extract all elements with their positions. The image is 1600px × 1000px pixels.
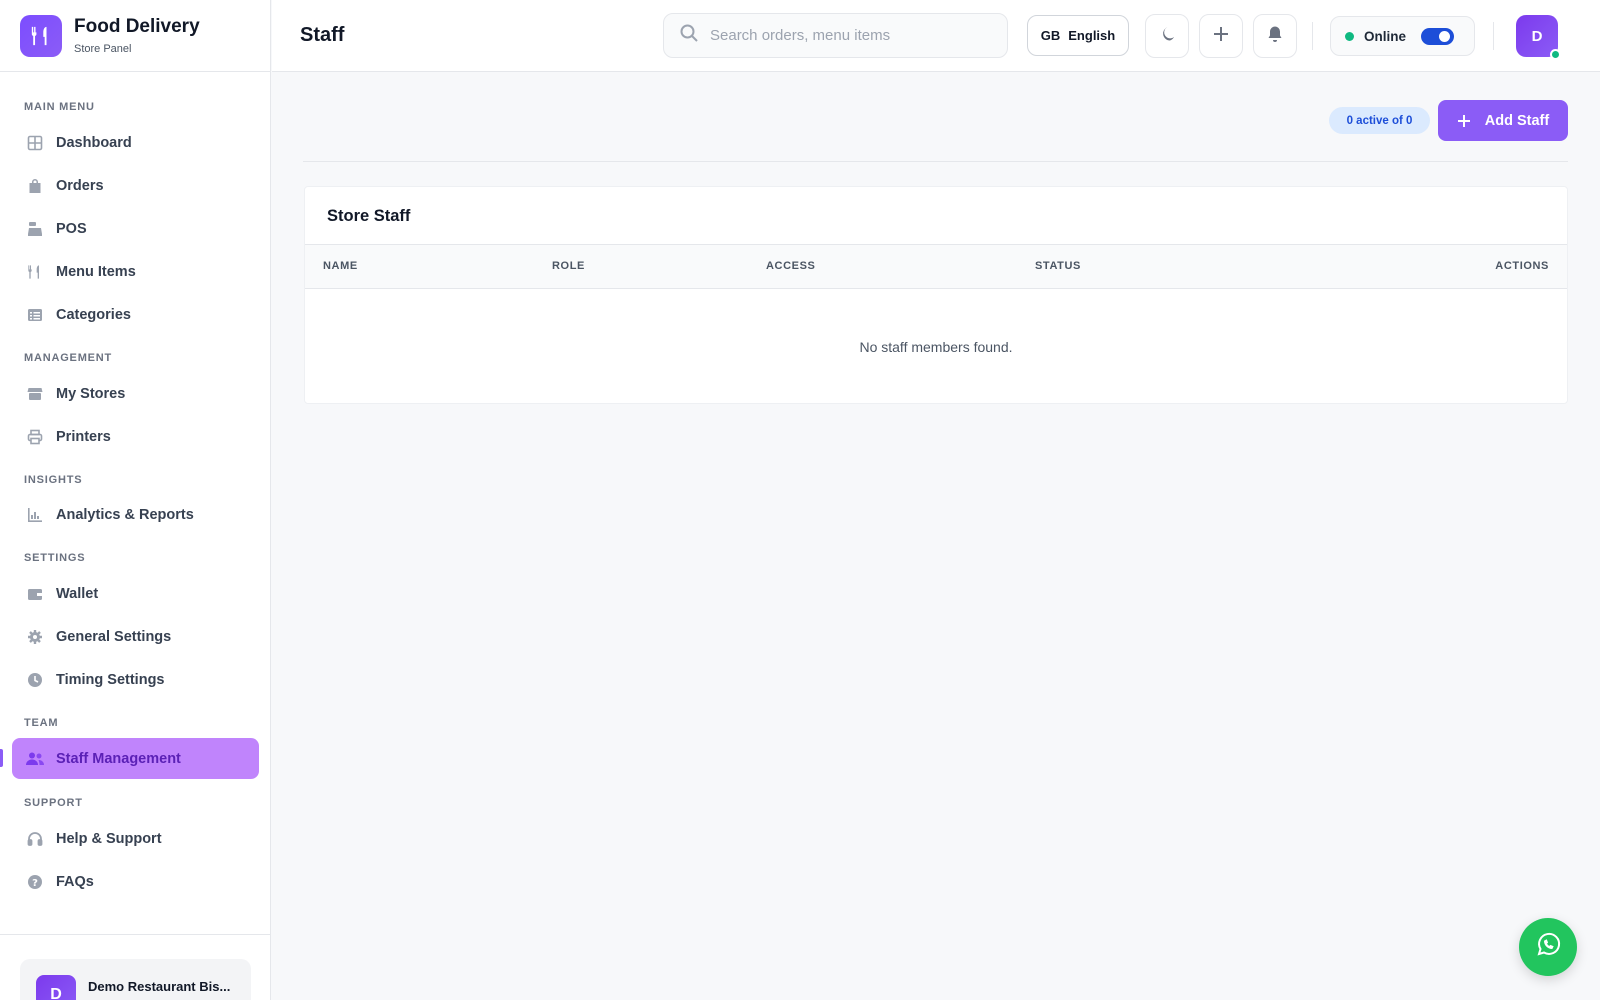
- users-icon: [26, 750, 44, 768]
- sidebar-item-faqs[interactable]: ? FAQs: [12, 861, 259, 902]
- sidebar-item-help-support[interactable]: Help & Support: [12, 818, 259, 859]
- brand-subtitle: Store Panel: [74, 43, 132, 55]
- brand-title: Food Delivery: [74, 16, 200, 37]
- clock-icon: [26, 671, 44, 689]
- section-label-support: SUPPORT: [24, 797, 83, 809]
- sidebar-item-analytics[interactable]: Analytics & Reports: [12, 494, 259, 535]
- sidebar-item-label: Categories: [56, 306, 131, 323]
- store-name: Demo Restaurant Bis...: [88, 979, 231, 994]
- search-box: [663, 13, 1008, 58]
- search-input[interactable]: [710, 27, 990, 44]
- theme-toggle-button[interactable]: [1145, 14, 1189, 58]
- sidebar-item-orders[interactable]: Orders: [12, 165, 259, 206]
- sidebar-footer: D Demo Restaurant Bis...: [0, 934, 271, 1000]
- chart-icon: [26, 506, 44, 524]
- headset-icon: [26, 830, 44, 848]
- header-divider: [1312, 22, 1313, 50]
- store-staff-card: Store Staff NAME ROLE ACCESS STATUS ACTI…: [304, 186, 1568, 404]
- sidebar-item-label: Analytics & Reports: [56, 506, 194, 523]
- sidebar-item-label: Printers: [56, 428, 111, 445]
- brand: Food Delivery Store Panel: [0, 0, 270, 72]
- staff-count-badge: 0 active of 0: [1329, 107, 1430, 134]
- store-switcher[interactable]: D Demo Restaurant Bis...: [20, 959, 251, 1000]
- user-online-dot: [1550, 49, 1561, 60]
- sidebar-item-my-stores[interactable]: My Stores: [12, 373, 259, 414]
- list-icon: [26, 306, 44, 324]
- wallet-icon: [26, 585, 44, 603]
- section-label-settings: SETTINGS: [24, 552, 86, 564]
- add-staff-button[interactable]: Add Staff: [1438, 100, 1568, 141]
- sidebar-item-label: General Settings: [56, 628, 172, 645]
- header-divider: [1493, 22, 1494, 50]
- column-header-actions: ACTIONS: [1495, 260, 1549, 272]
- sidebar-item-categories[interactable]: Categories: [12, 294, 259, 335]
- sidebar-item-label: Staff Management: [56, 750, 181, 767]
- sidebar-item-label: Menu Items: [56, 263, 136, 280]
- sidebar-item-label: FAQs: [56, 873, 94, 890]
- card-title: Store Staff: [327, 207, 411, 225]
- whatsapp-icon: [1535, 932, 1561, 963]
- sidebar-item-label: Dashboard: [56, 134, 132, 151]
- sidebar-item-label: My Stores: [56, 385, 126, 402]
- sidebar-item-pos[interactable]: POS: [12, 208, 259, 249]
- language-selector[interactable]: GB English: [1027, 15, 1129, 56]
- question-icon: ?: [26, 873, 44, 891]
- sidebar-item-wallet[interactable]: Wallet: [12, 573, 259, 614]
- plus-icon: [1212, 25, 1230, 48]
- store-icon: [26, 385, 44, 403]
- store-avatar: D: [36, 975, 76, 1000]
- section-label-management: MANAGEMENT: [24, 352, 113, 364]
- sidebar-item-staff-management[interactable]: Staff Management: [12, 738, 259, 779]
- whatsapp-chat-button[interactable]: [1519, 918, 1577, 976]
- sidebar-item-timing-settings[interactable]: Timing Settings: [12, 659, 259, 700]
- gear-icon: [26, 628, 44, 646]
- sidebar-item-dashboard[interactable]: Dashboard: [12, 122, 259, 163]
- content-divider: [303, 161, 1568, 162]
- notifications-button[interactable]: [1253, 14, 1297, 58]
- column-header-role: ROLE: [552, 260, 585, 272]
- section-label-main-menu: MAIN MENU: [24, 101, 95, 113]
- shopping-bag-icon: [26, 177, 44, 195]
- add-staff-label: Add Staff: [1484, 112, 1550, 129]
- online-switch[interactable]: [1421, 28, 1454, 45]
- sidebar-item-label: Wallet: [56, 585, 99, 602]
- quick-add-button[interactable]: [1199, 14, 1243, 58]
- utensils-logo-icon: [20, 14, 62, 57]
- user-initial: D: [1531, 27, 1543, 45]
- column-header-access: ACCESS: [766, 260, 816, 272]
- column-header-name: NAME: [323, 260, 358, 272]
- utensils-icon: [26, 263, 44, 281]
- sidebar-item-printers[interactable]: Printers: [12, 416, 259, 457]
- online-label: Online: [1364, 28, 1407, 44]
- plus-icon: [1457, 114, 1471, 128]
- page-title: Staff: [300, 24, 345, 46]
- section-label-team: TEAM: [24, 717, 59, 729]
- active-indicator: [0, 749, 3, 767]
- search-icon: [680, 24, 698, 47]
- online-dot: [1345, 31, 1354, 41]
- moon-icon: [1158, 25, 1176, 48]
- svg-text:?: ?: [32, 878, 38, 889]
- empty-state-message: No staff members found.: [859, 339, 1013, 355]
- sidebar-item-label: POS: [56, 220, 87, 237]
- sidebar-item-menu-items[interactable]: Menu Items: [12, 251, 259, 292]
- column-header-status: STATUS: [1035, 260, 1081, 272]
- cash-register-icon: [26, 220, 44, 238]
- section-label-insights: INSIGHTS: [24, 474, 83, 486]
- grid-icon: [26, 134, 44, 152]
- language-label: English: [1068, 28, 1116, 43]
- online-status-toggle[interactable]: Online: [1330, 16, 1475, 56]
- user-avatar[interactable]: D: [1516, 15, 1561, 60]
- sidebar-item-label: Help & Support: [56, 830, 162, 847]
- sidebar-item-general-settings[interactable]: General Settings: [12, 616, 259, 657]
- table-header: NAME ROLE ACCESS STATUS ACTIONS: [305, 244, 1567, 289]
- sidebar: Food Delivery Store Panel MAIN MENU Dash…: [0, 0, 271, 1000]
- sidebar-item-label: Orders: [56, 177, 104, 194]
- top-header: Staff GB English Online D: [272, 0, 1600, 72]
- sidebar-item-label: Timing Settings: [56, 671, 165, 688]
- language-code: GB: [1040, 28, 1061, 43]
- bell-icon: [1266, 25, 1284, 48]
- printer-icon: [26, 428, 44, 446]
